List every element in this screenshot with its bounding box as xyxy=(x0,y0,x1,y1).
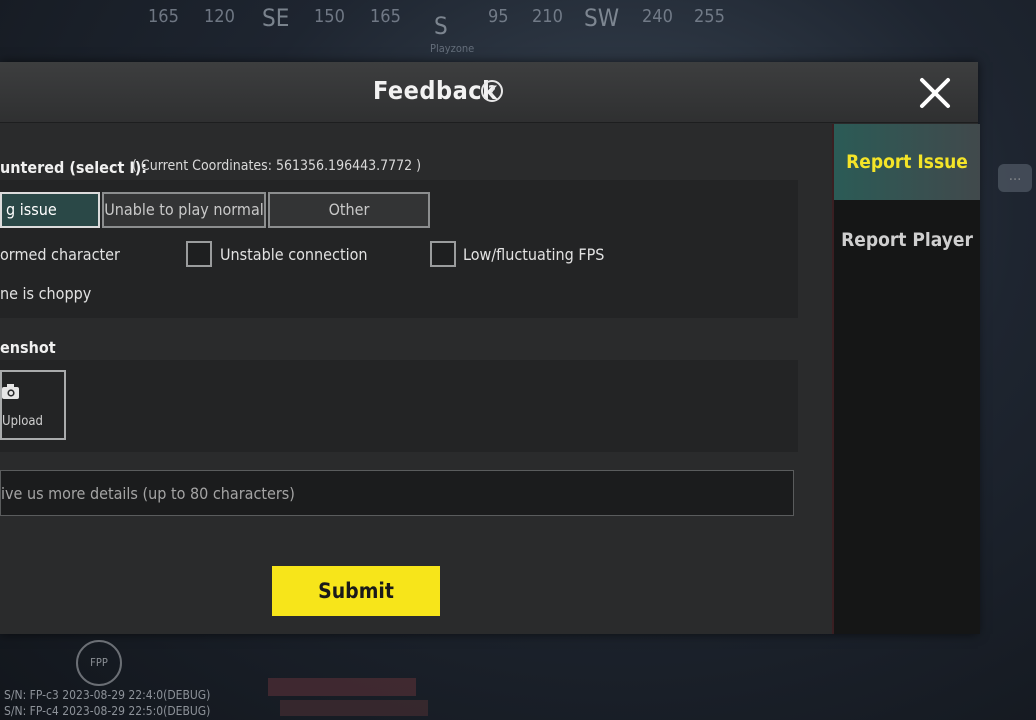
tab-report-player[interactable]: Report Player xyxy=(834,202,980,278)
compass-mark: 255 xyxy=(694,6,725,27)
screenshot-label: enshot xyxy=(0,338,56,357)
upload-label: Upload xyxy=(2,414,43,429)
camera-icon xyxy=(2,384,19,399)
category-unable-to-play-button[interactable]: Unable to play normal xyxy=(102,192,266,228)
issue-type-label: untered (select I): xyxy=(0,158,148,177)
option-low-fps-label[interactable]: Low/fluctuating FPS xyxy=(463,245,604,264)
upload-button[interactable]: Upload xyxy=(0,370,66,440)
help-icon[interactable]: ? xyxy=(481,80,503,102)
close-button[interactable] xyxy=(914,72,956,114)
compass-mark: 95 xyxy=(488,6,509,27)
fpp-icon[interactable]: FPP xyxy=(76,640,122,686)
option-deformed-character-label[interactable]: ormed character xyxy=(0,245,120,264)
dialog-title: Feedback xyxy=(373,76,498,105)
dialog-header: Feedback ? xyxy=(0,62,978,123)
compass-mark: SE xyxy=(262,4,290,32)
tab-report-issue[interactable]: Report Issue xyxy=(834,124,980,200)
chat-icon[interactable]: … xyxy=(998,164,1032,192)
playzone-label: Playzone xyxy=(430,42,475,55)
hud-bar xyxy=(280,700,428,716)
option-unstable-connection-label[interactable]: Unstable connection xyxy=(220,245,368,264)
compass-mark: 150 xyxy=(314,6,345,27)
compass-strip: 165 120 SE 150 165 S 95 210 SW 240 255 P… xyxy=(0,0,1036,55)
compass-mark: 165 xyxy=(148,6,179,27)
hud-debug-line: S/N: FP-c3 2023-08-29 22:4:0(DEBUG) xyxy=(4,688,211,702)
compass-mark: 210 xyxy=(532,6,563,27)
screenshot-panel xyxy=(0,360,798,452)
compass-mark: 240 xyxy=(642,6,673,27)
category-lag-issue-button[interactable]: g issue xyxy=(0,192,100,228)
compass-mark: S xyxy=(434,12,448,40)
category-other-button[interactable]: Other xyxy=(268,192,430,228)
details-input[interactable] xyxy=(0,470,794,516)
close-icon xyxy=(920,78,950,108)
submit-button[interactable]: Submit xyxy=(272,566,440,616)
option-low-fps-checkbox[interactable] xyxy=(430,241,456,267)
hud-bar xyxy=(268,678,416,696)
compass-mark: SW xyxy=(584,4,620,32)
compass-mark: 120 xyxy=(204,6,235,27)
option-unstable-connection-checkbox[interactable] xyxy=(186,241,212,267)
current-coordinates: ( Current Coordinates: 561356.196443.777… xyxy=(132,158,422,174)
feedback-dialog: Feedback ? Report Issue Report Player un… xyxy=(0,62,980,634)
side-tabs: Report Issue Report Player xyxy=(832,124,980,634)
hud-debug-line: S/N: FP-c4 2023-08-29 22:5:0(DEBUG) xyxy=(4,704,211,718)
compass-mark: 165 xyxy=(370,6,401,27)
option-choppy-label[interactable]: ne is choppy xyxy=(0,284,91,303)
